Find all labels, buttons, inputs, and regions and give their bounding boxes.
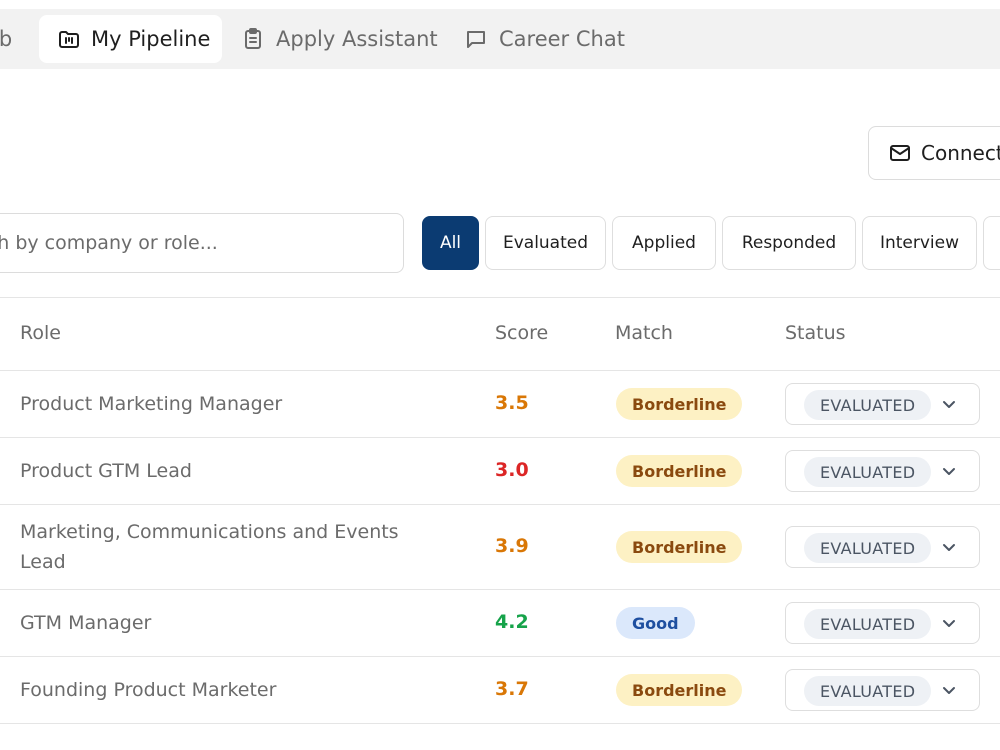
connect-label: Connect (921, 141, 1000, 165)
top-tab-bar: ob My Pipeline Apply Assistant Career Ch… (0, 9, 1000, 69)
status-badge: EVALUATED (804, 609, 932, 639)
connect-button[interactable]: Connect (868, 126, 1000, 180)
status-dropdown[interactable]: EVALUATED (785, 669, 980, 711)
pipeline-board-icon (57, 26, 81, 52)
chevron-down-icon (939, 613, 959, 633)
chevron-down-icon (939, 537, 959, 557)
status-dropdown[interactable]: EVALUATED (785, 602, 980, 644)
score-cell: 3.7 (495, 678, 529, 700)
filter-evaluated[interactable]: Evaluated (485, 216, 606, 270)
pipeline-table: Role Score Match Status Product Marketin… (0, 297, 1000, 724)
tab-label: My Pipeline (91, 27, 211, 51)
role-cell: Founding Product Marketer (20, 679, 277, 701)
role-cell: GTM Manager (20, 612, 152, 634)
table-row[interactable]: Product Marketing Manager 3.5 Borderline… (0, 371, 1000, 438)
status-dropdown[interactable]: EVALUATED (785, 383, 980, 425)
status-dropdown[interactable]: EVALUATED (785, 450, 980, 492)
tab-partial[interactable]: ob (0, 15, 12, 63)
match-badge: Good (616, 607, 695, 639)
match-badge: Borderline (616, 531, 743, 563)
clipboard-icon (240, 26, 266, 52)
match-badge: Borderline (616, 674, 743, 706)
score-cell: 3.9 (495, 535, 529, 557)
tab-career-chat[interactable]: Career Chat (463, 15, 625, 63)
status-badge: EVALUATED (804, 676, 932, 706)
chevron-down-icon (939, 680, 959, 700)
tab-my-pipeline[interactable]: My Pipeline (39, 15, 222, 63)
table-row[interactable]: GTM Manager 4.2 Good EVALUATED (0, 590, 1000, 657)
chevron-down-icon (939, 461, 959, 481)
chevron-down-icon (939, 394, 959, 414)
match-badge: Borderline (616, 388, 743, 420)
score-cell: 3.5 (495, 392, 529, 414)
table-row[interactable]: Marketing, Communications and Events Lea… (0, 505, 1000, 590)
status-badge: EVALUATED (804, 390, 932, 420)
status-dropdown[interactable]: EVALUATED (785, 526, 980, 568)
status-badge: EVALUATED (804, 457, 932, 487)
search-input[interactable] (0, 214, 403, 272)
status-badge: EVALUATED (804, 533, 932, 563)
table-row[interactable]: Founding Product Marketer 3.7 Borderline… (0, 657, 1000, 724)
chat-bubble-icon (463, 26, 489, 52)
tab-label: ob (0, 27, 13, 51)
score-cell: 4.2 (495, 611, 529, 633)
table-header: Role Score Match Status (0, 297, 1000, 371)
filter-all[interactable]: All (422, 216, 479, 270)
column-header-score: Score (495, 322, 549, 344)
column-header-status: Status (785, 322, 846, 344)
filter-applied[interactable]: Applied (612, 216, 716, 270)
filter-interview[interactable]: Interview (862, 216, 977, 270)
score-cell: 3.0 (495, 459, 529, 481)
search-box (0, 213, 404, 273)
role-cell: Product Marketing Manager (20, 393, 283, 415)
role-cell: Marketing, Communications and Events Lea… (20, 521, 399, 573)
table-row[interactable]: Product GTM Lead 3.0 Borderline EVALUATE… (0, 438, 1000, 505)
tab-apply-assistant[interactable]: Apply Assistant (240, 15, 438, 63)
column-header-role: Role (20, 322, 61, 344)
column-header-match: Match (615, 322, 673, 344)
mail-icon (887, 140, 913, 166)
role-cell: Product GTM Lead (20, 460, 192, 482)
tab-label: Career Chat (499, 27, 625, 51)
filter-responded[interactable]: Responded (722, 216, 856, 270)
tab-label: Apply Assistant (276, 27, 438, 51)
match-badge: Borderline (616, 455, 743, 487)
filter-more[interactable] (983, 216, 1000, 270)
